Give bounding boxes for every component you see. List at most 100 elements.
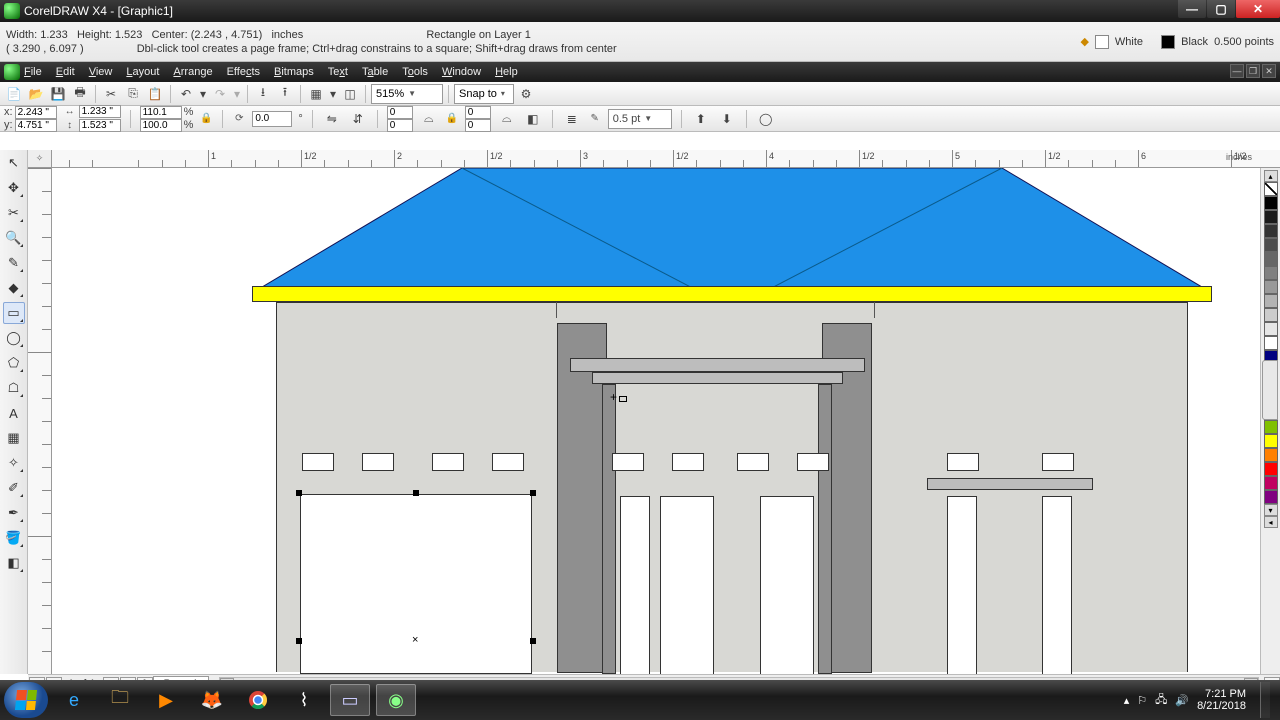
snap-combo[interactable]: Snap to▾ <box>454 84 514 104</box>
drawing-canvas[interactable]: + × <box>52 168 1256 674</box>
outline-swatch[interactable] <box>1161 35 1175 49</box>
table-tool[interactable]: ▦ <box>3 427 25 449</box>
tray-volume-icon[interactable]: 🔊 <box>1175 694 1189 707</box>
minimize-button[interactable]: — <box>1178 0 1206 18</box>
color-swatch[interactable] <box>1264 252 1278 266</box>
pick-tool[interactable]: ↖ <box>3 152 25 174</box>
color-swatch[interactable] <box>1264 476 1278 490</box>
to-back-button[interactable]: ⬇ <box>717 109 737 129</box>
smart-fill-tool[interactable]: ◆ <box>3 277 25 299</box>
menu-help[interactable]: Help <box>495 66 518 78</box>
selection-handle[interactable] <box>296 490 302 496</box>
undo-button[interactable]: ↶ <box>176 84 196 104</box>
round-corners2-icon[interactable]: ⌓ <box>497 109 517 129</box>
taskbar-firefox-icon[interactable]: 🦊 <box>192 684 232 716</box>
taskbar-coreldraw-icon[interactable]: ◉ <box>376 684 416 716</box>
maximize-button[interactable]: ▢ <box>1207 0 1235 18</box>
interactive-fill-tool[interactable]: ◧ <box>3 552 25 574</box>
menu-effects[interactable]: Effects <box>227 66 260 78</box>
no-color-swatch[interactable] <box>1264 182 1278 196</box>
color-swatch[interactable] <box>1264 308 1278 322</box>
ruler-origin[interactable]: ✧ <box>28 150 52 168</box>
tray-network-icon[interactable]: 🖧 <box>1155 691 1167 710</box>
outline-width-combo[interactable]: 0.5 pt▼ <box>608 109 672 129</box>
palette-scroll-down[interactable]: ▾ <box>1264 504 1278 516</box>
color-swatch[interactable] <box>1264 448 1278 462</box>
ruler-horizontal[interactable] <box>52 150 1280 168</box>
taskbar-explorer-icon[interactable]: 🗀 <box>100 684 140 716</box>
fill-tool[interactable]: 🪣 <box>3 527 25 549</box>
app-launcher-button[interactable]: ▦ <box>306 84 326 104</box>
menu-table[interactable]: Table <box>362 66 388 78</box>
corner-br-input[interactable] <box>465 119 491 132</box>
menu-tools[interactable]: Tools <box>402 66 428 78</box>
palette-scroll-up[interactable]: ▴ <box>1264 170 1278 182</box>
color-swatch[interactable] <box>1264 322 1278 336</box>
open-button[interactable]: 📂 <box>26 84 46 104</box>
round-corners-icon[interactable]: ⌓ <box>419 109 439 129</box>
doc-minimize-button[interactable]: — <box>1230 64 1244 78</box>
app-launcher-dropdown[interactable]: ▾ <box>328 84 338 104</box>
selection-handle[interactable] <box>413 490 419 496</box>
crop-tool[interactable]: ✂ <box>3 202 25 224</box>
corner-lock-icon[interactable]: 🔒 <box>445 112 459 126</box>
menu-file[interactable]: File <box>24 66 42 78</box>
options-button[interactable]: ⚙ <box>516 84 536 104</box>
export-button[interactable]: ⭱ <box>275 84 295 104</box>
close-button[interactable]: ✕ <box>1236 0 1280 18</box>
interactive-tool[interactable]: ✧ <box>3 452 25 474</box>
color-swatch[interactable] <box>1264 224 1278 238</box>
polygon-tool[interactable]: ⬠ <box>3 352 25 374</box>
tray-flag-icon[interactable]: ⚐ <box>1137 694 1147 707</box>
import-button[interactable]: ⭳ <box>253 84 273 104</box>
y-input[interactable] <box>15 119 57 132</box>
fill-swatch[interactable] <box>1095 35 1109 49</box>
selected-rectangle[interactable] <box>300 494 532 674</box>
outline-tool[interactable]: ✒ <box>3 502 25 524</box>
text-tool[interactable]: A <box>3 402 25 424</box>
color-swatch[interactable] <box>1264 280 1278 294</box>
zoom-combo[interactable]: 515%▼ <box>371 84 443 104</box>
copy-button[interactable]: ⎘ <box>123 84 143 104</box>
welcome-button[interactable]: ◫ <box>340 84 360 104</box>
mirror-v-button[interactable]: ⇵ <box>348 109 368 129</box>
menu-view[interactable]: View <box>89 66 113 78</box>
rotation-input[interactable] <box>252 111 292 127</box>
ellipse-tool[interactable]: ◯ <box>3 327 25 349</box>
menu-bitmaps[interactable]: Bitmaps <box>274 66 314 78</box>
color-swatch[interactable] <box>1264 196 1278 210</box>
cut-button[interactable]: ✂ <box>101 84 121 104</box>
width-input[interactable] <box>79 105 121 118</box>
undo-dropdown[interactable]: ▾ <box>198 84 208 104</box>
redo-button[interactable]: ↷ <box>210 84 230 104</box>
taskbar-app1-icon[interactable]: ▭ <box>330 684 370 716</box>
taskbar-bluetooth-icon[interactable]: ⌇ <box>284 684 324 716</box>
color-swatch[interactable] <box>1264 462 1278 476</box>
shape-tool[interactable]: ✥ <box>3 177 25 199</box>
menu-text[interactable]: Text <box>328 66 348 78</box>
start-button[interactable] <box>4 682 48 718</box>
height-input[interactable] <box>79 119 121 132</box>
to-front-button[interactable]: ⬆ <box>691 109 711 129</box>
tray-up-icon[interactable]: ▴ <box>1124 694 1130 707</box>
convert-button[interactable]: ◯ <box>756 109 776 129</box>
docker-tab[interactable] <box>1262 360 1278 420</box>
taskbar-ie-icon[interactable]: e <box>54 684 94 716</box>
menu-window[interactable]: Window <box>442 66 481 78</box>
new-button[interactable]: 📄 <box>4 84 24 104</box>
color-swatch[interactable] <box>1264 238 1278 252</box>
eyedropper-tool[interactable]: ✐ <box>3 477 25 499</box>
print-button[interactable]: 🖶 <box>70 84 90 104</box>
to-curve-button[interactable]: ◧ <box>523 109 543 129</box>
redo-dropdown[interactable]: ▾ <box>232 84 242 104</box>
rectangle-tool[interactable]: ▭ <box>3 302 25 324</box>
taskbar-chrome-icon[interactable] <box>238 684 278 716</box>
menu-edit[interactable]: Edit <box>56 66 75 78</box>
basic-shapes-tool[interactable]: ☖ <box>3 377 25 399</box>
x-input[interactable] <box>15 106 57 119</box>
paste-button[interactable]: 📋 <box>145 84 165 104</box>
corner-bl-input[interactable] <box>387 119 413 132</box>
selection-handle[interactable] <box>530 638 536 644</box>
color-swatch[interactable] <box>1264 434 1278 448</box>
show-desktop-button[interactable] <box>1260 682 1270 718</box>
